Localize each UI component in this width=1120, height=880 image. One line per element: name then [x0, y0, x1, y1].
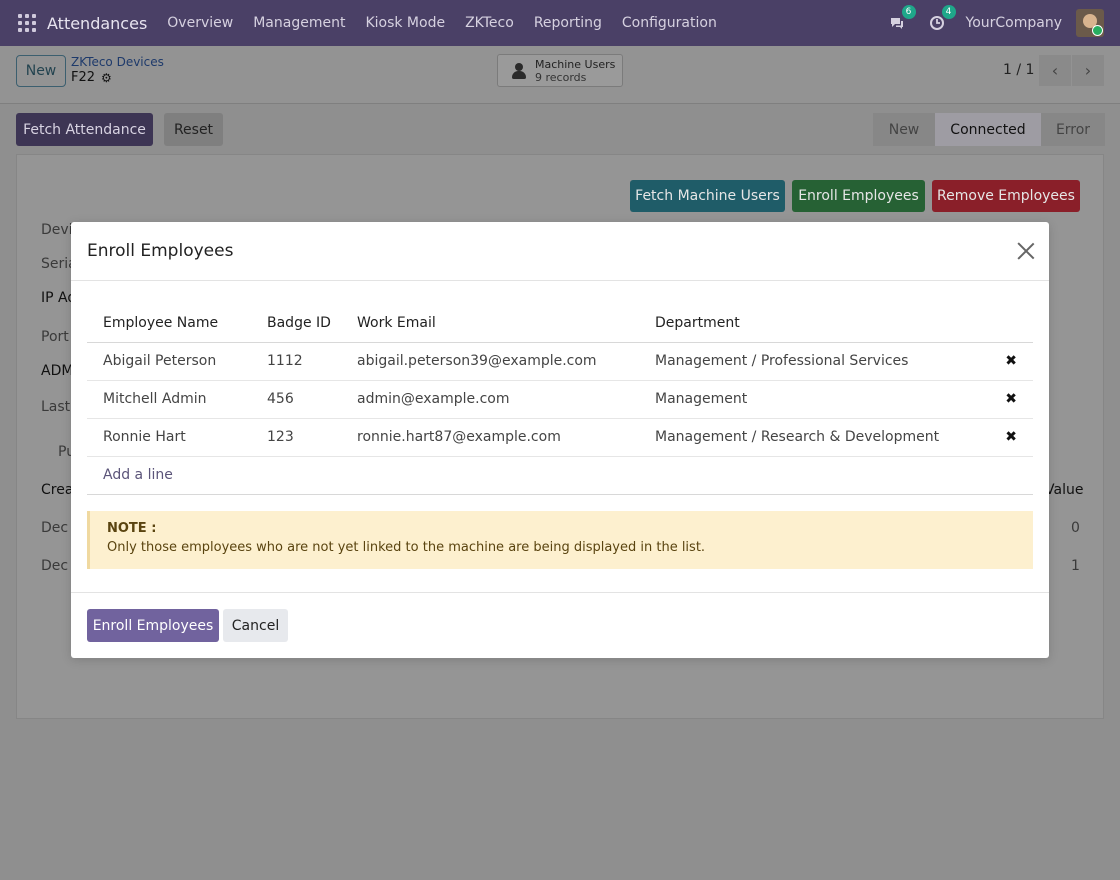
company-switcher[interactable]: YourCompany — [966, 15, 1063, 31]
cancel-button[interactable]: Cancel — [223, 609, 288, 642]
form-action-bar: Fetch Attendance Reset New Connected Err… — [0, 105, 1120, 155]
column-work-email[interactable]: Work Email — [341, 304, 639, 343]
column-employee-name[interactable]: Employee Name — [87, 304, 251, 343]
person-icon — [512, 62, 526, 79]
table-row[interactable]: Abigail Peterson 1112 abigail.peterson39… — [87, 342, 1033, 381]
cell-badge-id[interactable]: 1112 — [251, 342, 341, 381]
new-button[interactable]: New — [16, 55, 66, 87]
pager-value[interactable]: 1 / 1 — [1003, 62, 1034, 78]
machine-users-smart-button[interactable]: Machine Users 9 records — [497, 54, 623, 87]
cell-employee-name[interactable]: Mitchell Admin — [87, 380, 251, 419]
enroll-employees-button[interactable]: Enroll Employees — [87, 609, 219, 642]
note-text: Only those employees who are not yet lin… — [107, 540, 706, 555]
smart-button-count: 9 records — [535, 70, 587, 84]
cell-work-email[interactable]: ronnie.hart87@example.com — [341, 418, 639, 457]
cell-department[interactable]: Management / Professional Services — [639, 342, 969, 381]
menu-configuration[interactable]: Configuration — [622, 15, 717, 31]
fetch-machine-users-button[interactable]: Fetch Machine Users — [630, 180, 785, 212]
field-label-port: Port — [41, 329, 69, 345]
column-department[interactable]: Department — [639, 304, 969, 343]
enroll-employees-sheet-button[interactable]: Enroll Employees — [792, 180, 925, 212]
note-title: NOTE : — [107, 521, 157, 536]
cell-value-1: 0 — [1071, 520, 1080, 536]
menu-kiosk-mode[interactable]: Kiosk Mode — [365, 15, 445, 31]
user-avatar[interactable] — [1076, 9, 1104, 37]
record-name: F22 — [71, 70, 96, 85]
table-row[interactable]: Mitchell Admin 456 admin@example.com Man… — [87, 380, 1033, 419]
note-alert: NOTE : Only those employees who are not … — [87, 511, 1033, 569]
fetch-attendance-button[interactable]: Fetch Attendance — [16, 113, 153, 146]
close-icon[interactable] — [1017, 242, 1035, 260]
cell-department[interactable]: Management / Research & Development — [639, 418, 969, 457]
table-row[interactable]: Ronnie Hart 123 ronnie.hart87@example.co… — [87, 418, 1033, 457]
apps-grid-icon[interactable] — [18, 14, 36, 32]
menu-management[interactable]: Management — [253, 15, 345, 31]
cell-badge-id[interactable]: 456 — [251, 380, 341, 419]
add-line-row: Add a line — [87, 456, 1033, 495]
status-error[interactable]: Error — [1041, 113, 1105, 146]
status-bar: New Connected Error — [873, 113, 1105, 146]
column-actions — [969, 304, 1033, 343]
table-header-row: Employee Name Badge ID Work Email Depart… — [87, 304, 1033, 343]
remove-employees-button[interactable]: Remove Employees — [932, 180, 1080, 212]
chevron-right-icon[interactable]: › — [1072, 55, 1104, 86]
clock-icon[interactable]: 4 — [926, 5, 956, 34]
dialog-title: Enroll Employees — [87, 241, 234, 261]
column-created: Crea — [41, 482, 74, 498]
menu-reporting[interactable]: Reporting — [534, 15, 602, 31]
cell-employee-name[interactable]: Abigail Peterson — [87, 342, 251, 381]
field-label-admin: ADM — [41, 363, 74, 379]
status-new[interactable]: New — [873, 113, 935, 146]
status-connected[interactable]: Connected — [935, 113, 1041, 146]
breadcrumb-current: F22 ⚙ — [71, 70, 164, 85]
field-label-last: Last — [41, 399, 71, 415]
menu-zkteco[interactable]: ZKTeco — [465, 15, 514, 31]
chat-icon[interactable]: 6 — [886, 5, 916, 34]
breadcrumb-parent-link[interactable]: ZKTeco Devices — [71, 55, 164, 69]
cell-work-email[interactable]: admin@example.com — [341, 380, 639, 419]
gear-icon[interactable]: ⚙ — [101, 71, 112, 85]
reset-button[interactable]: Reset — [164, 113, 223, 146]
employees-table: Employee Name Badge ID Work Email Depart… — [87, 304, 1033, 495]
activities-count-badge: 4 — [941, 5, 956, 19]
cell-badge-id[interactable]: 123 — [251, 418, 341, 457]
delete-row-icon[interactable]: ✖ — [969, 418, 1033, 457]
smart-button-title: Machine Users — [535, 57, 616, 71]
dialog-footer: Enroll Employees Cancel — [71, 592, 1049, 658]
delete-row-icon[interactable]: ✖ — [969, 342, 1033, 381]
breadcrumb: ZKTeco Devices F22 ⚙ — [71, 55, 164, 85]
column-value: Value — [1045, 482, 1084, 498]
app-name[interactable]: Attendances — [47, 14, 147, 33]
add-a-line-link[interactable]: Add a line — [87, 456, 1033, 495]
dialog-header: Enroll Employees — [71, 222, 1049, 281]
cell-employee-name[interactable]: Ronnie Hart — [87, 418, 251, 457]
cell-work-email[interactable]: abigail.peterson39@example.com — [341, 342, 639, 381]
column-badge-id[interactable]: Badge ID — [251, 304, 341, 343]
menu-overview[interactable]: Overview — [167, 15, 233, 31]
enroll-employees-dialog: Enroll Employees Employee Name Badge ID … — [71, 222, 1049, 658]
messages-count-badge: 6 — [901, 5, 916, 19]
chevron-left-icon[interactable]: ‹ — [1039, 55, 1071, 86]
cell-value-2: 1 — [1071, 558, 1080, 574]
cell-department[interactable]: Management — [639, 380, 969, 419]
delete-row-icon[interactable]: ✖ — [969, 380, 1033, 419]
top-navbar: Attendances Overview Management Kiosk Mo… — [0, 0, 1120, 46]
control-panel: New ZKTeco Devices F22 ⚙ Machine Users 9… — [0, 46, 1120, 104]
